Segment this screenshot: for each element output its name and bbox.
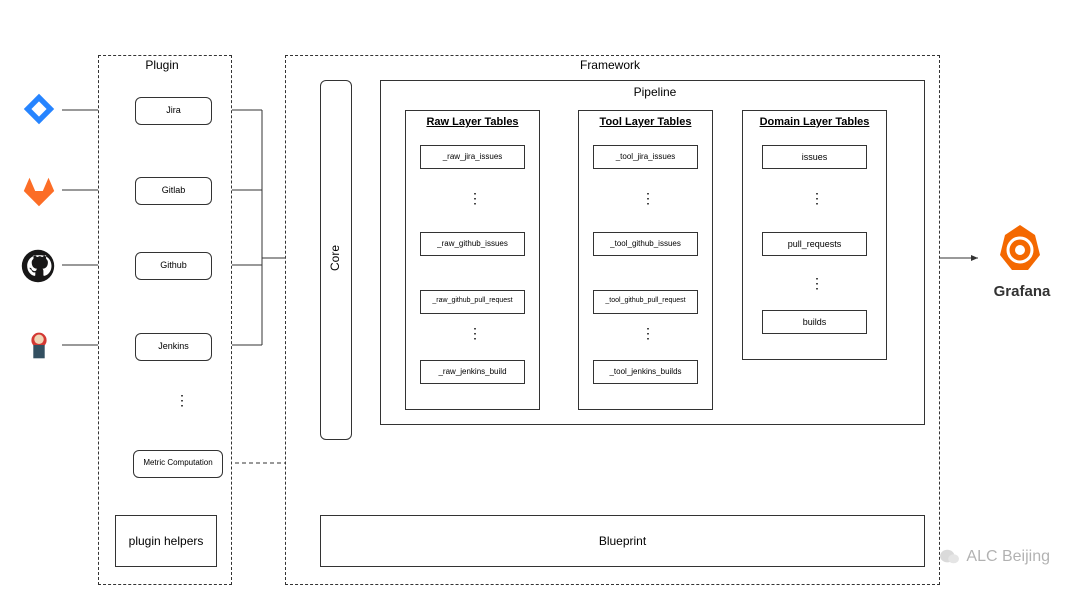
pipeline-title: Pipeline — [600, 85, 710, 99]
tool-dots-1: ⋮ — [641, 325, 657, 342]
tool-layer-title: Tool Layer Tables — [578, 116, 713, 128]
plugin-github-label: Github — [135, 260, 212, 270]
tool-item-0-label: _tool_jira_issues — [593, 152, 698, 161]
raw-dots-0: ⋮ — [468, 190, 484, 207]
jenkins-icon — [20, 326, 58, 369]
plugin-jenkins-label: Jenkins — [135, 341, 212, 351]
tool-item-3-label: _tool_jenkins_builds — [593, 367, 698, 376]
gitlab-icon — [20, 172, 58, 215]
tool-item-2-label: _tool_github_pull_request — [593, 297, 698, 304]
watermark: ALC Beijing — [939, 548, 1050, 566]
raw-item-0-label: _raw_jira_issues — [420, 152, 525, 161]
domain-layer-title: Domain Layer Tables — [742, 116, 887, 128]
grafana-icon — [990, 220, 1050, 285]
github-icon — [20, 248, 56, 289]
raw-item-3-label: _raw_jenkins_build — [420, 367, 525, 376]
plugin-gitlab-label: Gitlab — [135, 185, 212, 195]
wechat-icon — [939, 548, 961, 566]
domain-dots-1: ⋮ — [810, 275, 826, 292]
plugin-ellipsis: ⋮ — [175, 392, 191, 409]
raw-item-2-label: _raw_github_pull_request — [420, 297, 525, 304]
grafana-label: Grafana — [982, 283, 1062, 300]
raw-item-1-label: _raw_github_issues — [420, 239, 525, 248]
domain-item-0-label: issues — [762, 152, 867, 162]
tool-item-1-label: _tool_github_issues — [593, 239, 698, 248]
metric-computation-label: Metric Computation — [133, 458, 223, 467]
jira-icon — [20, 90, 58, 133]
raw-dots-1: ⋮ — [468, 325, 484, 342]
raw-layer-title: Raw Layer Tables — [405, 116, 540, 128]
plugin-helpers-label: plugin helpers — [115, 534, 217, 548]
watermark-text: ALC Beijing — [966, 548, 1050, 566]
tool-dots-0: ⋮ — [641, 190, 657, 207]
blueprint-label: Blueprint — [320, 534, 925, 548]
plugin-container — [98, 55, 232, 585]
plugin-jira-label: Jira — [135, 105, 212, 115]
framework-title: Framework — [550, 58, 670, 72]
domain-dots-0: ⋮ — [810, 190, 826, 207]
core-label: Core — [328, 245, 342, 271]
domain-item-1-label: pull_requests — [762, 239, 867, 249]
plugin-title: Plugin — [122, 58, 202, 72]
domain-item-2-label: builds — [762, 317, 867, 327]
